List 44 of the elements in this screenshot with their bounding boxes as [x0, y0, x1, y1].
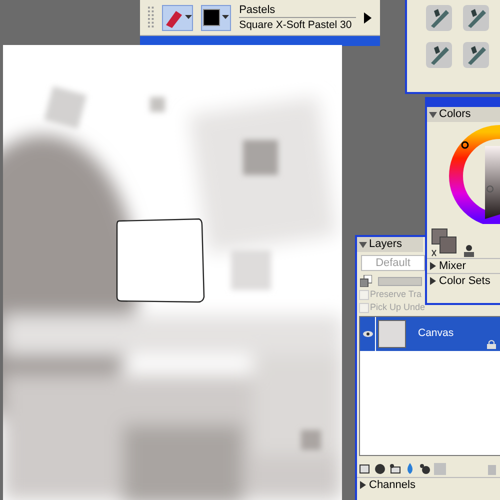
- layers-panel-header[interactable]: Layers: [357, 237, 423, 252]
- pen-icon[interactable]: [463, 5, 489, 31]
- section-header[interactable]: Color Sets: [427, 273, 500, 288]
- collapse-triangle-icon[interactable]: [429, 262, 437, 270]
- colors-panel-header[interactable]: Colors: [427, 107, 500, 122]
- collapse-triangle-icon[interactable]: [429, 277, 437, 285]
- panel-title: Channels: [369, 478, 416, 493]
- square-dab-icon: [202, 9, 220, 26]
- layer-name: Canvas: [418, 326, 454, 342]
- channels-header[interactable]: Channels: [357, 477, 500, 492]
- color-swatch-icon[interactable]: [431, 228, 457, 258]
- opacity-icon: [360, 275, 372, 287]
- painting-drawing[interactable]: [3, 45, 342, 500]
- square-swatch-icon[interactable]: [434, 462, 446, 474]
- caret-icon: [184, 15, 192, 20]
- section-header[interactable]: Mixer: [427, 258, 500, 273]
- pen-icon[interactable]: [463, 42, 489, 68]
- pen-icon[interactable]: [426, 5, 452, 31]
- grip-icon[interactable]: [148, 4, 154, 30]
- eye-icon[interactable]: [362, 331, 372, 337]
- section-label: Mixer: [439, 258, 466, 274]
- pastel-smudge: [150, 97, 165, 112]
- pen-icon[interactable]: [426, 42, 452, 68]
- option-label: Pick Up Unde: [370, 300, 426, 314]
- blob-icon[interactable]: [419, 462, 432, 474]
- brush-category-button[interactable]: [162, 4, 193, 30]
- expand-triangle-icon[interactable]: [359, 240, 367, 248]
- collapse-triangle-icon[interactable]: [359, 481, 367, 489]
- brush-category-label: Pastels: [239, 3, 356, 18]
- brush-variant-label: Square X-Soft Pastel 30: [239, 18, 353, 32]
- panel-title: Layers: [369, 237, 402, 252]
- opacity-slider-fill[interactable]: [379, 278, 421, 284]
- section-label: Color Sets: [439, 274, 490, 289]
- layer-thumbnail: [378, 320, 406, 348]
- blob-icon[interactable]: [374, 462, 387, 474]
- play-icon[interactable]: [364, 12, 372, 24]
- expand-triangle-icon[interactable]: [429, 110, 437, 118]
- pastel-smudge: [44, 86, 87, 130]
- panel-title: Colors: [439, 107, 471, 122]
- stamp-icon[interactable]: [463, 244, 475, 258]
- layer-row[interactable]: Canvas: [360, 317, 500, 351]
- caret-icon: [222, 15, 229, 20]
- option-label: Preserve Tra: [370, 288, 422, 301]
- brush-variant-button[interactable]: [200, 4, 232, 30]
